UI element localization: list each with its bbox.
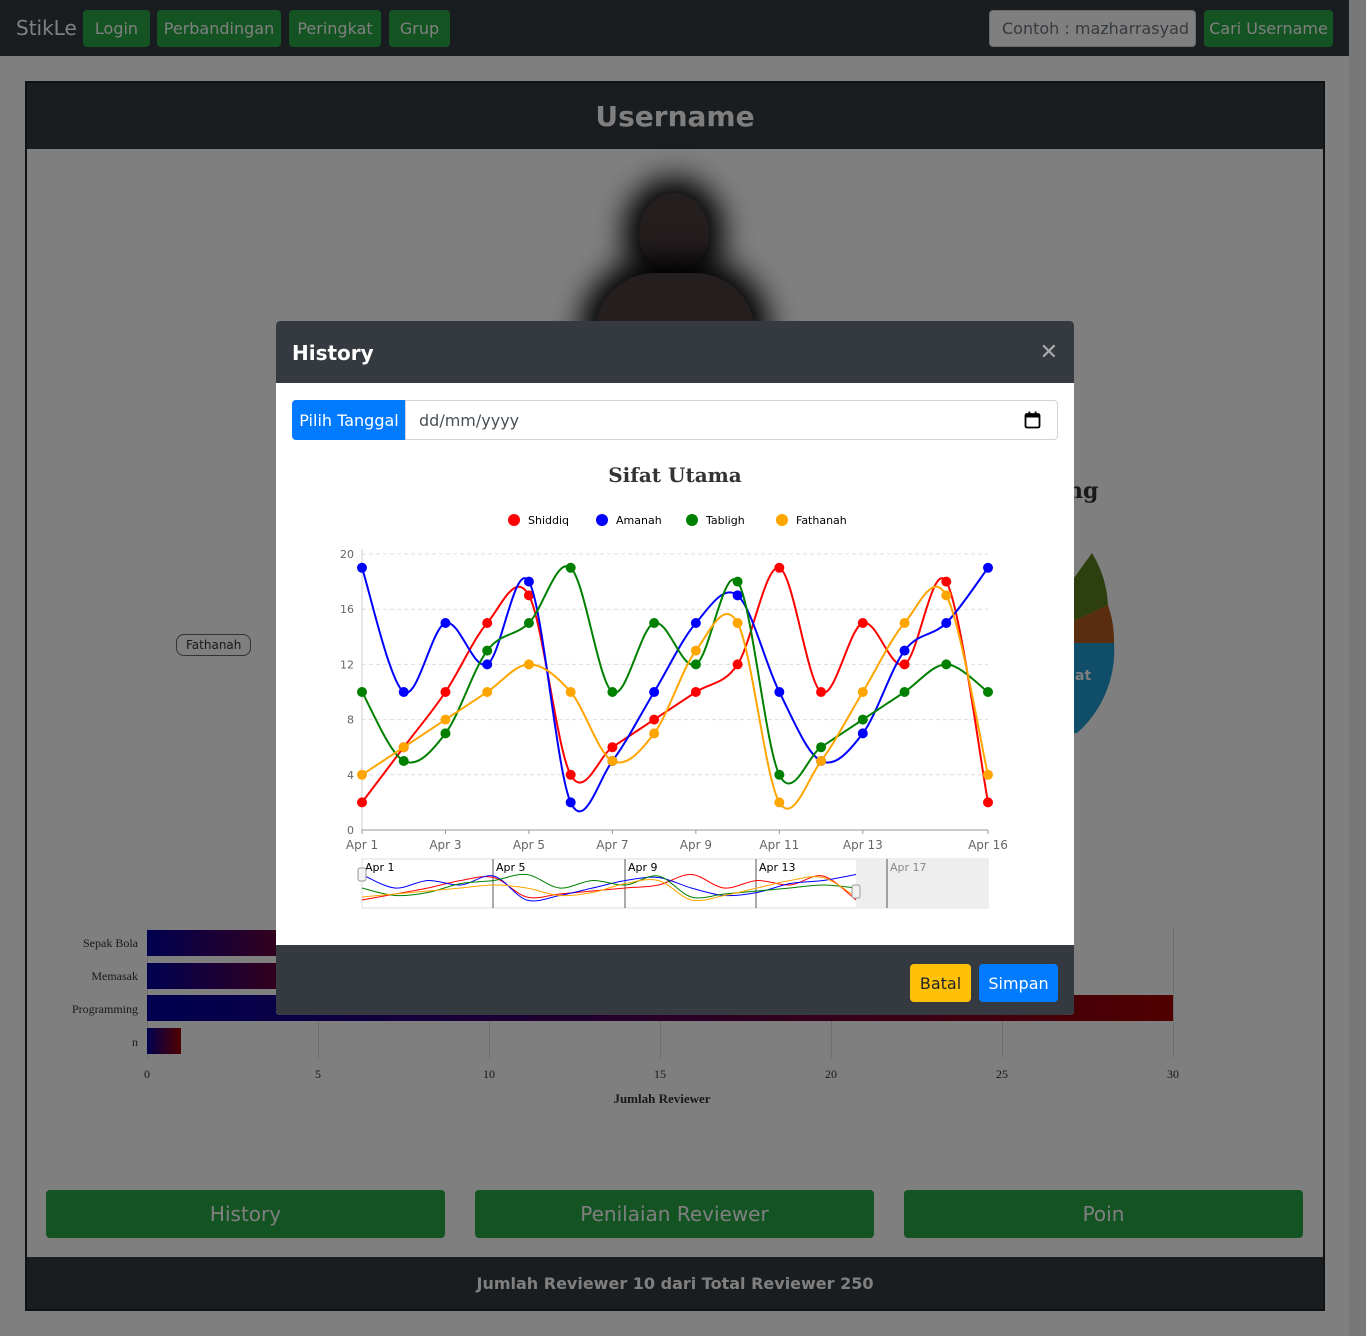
navigator-handle-left [357,867,367,882]
data-point [732,576,743,587]
legend-label: Tabligh [705,514,745,527]
data-point [983,687,993,697]
data-point [565,769,576,780]
data-point [607,687,618,697]
modal-body: Pilih Tanggal dd/mm/yyyy Sifat Utama Shid… [276,383,1074,945]
y-tick-label: 0 [347,824,354,837]
sifat-utama-chart: Sifat Utama Shiddiq Amanah Tabligh Fathanah 0… [340,463,1008,909]
data-point [941,576,952,587]
navigator-label: Apr 9 [628,861,658,874]
data-point [649,714,660,725]
data-point [482,618,493,628]
history-modal: History ✕ Pilih Tanggal dd/mm/yyyy Sifat… [276,321,1074,1015]
data-point [523,576,534,587]
data-point [857,687,868,697]
data-point [565,797,576,808]
data-point [649,728,660,739]
data-point [774,797,785,808]
data-point [357,797,367,808]
x-tick-label: Apr 11 [759,838,799,852]
data-point [941,618,952,628]
x-tick-label: Apr 1 [346,838,378,852]
x-tick-label: Apr 7 [596,838,628,852]
legend-marker [686,514,698,526]
data-point [565,687,576,697]
data-point [357,687,367,697]
x-tick-label: Apr 16 [968,838,1008,852]
legend-marker [508,514,520,526]
data-point [440,728,451,739]
data-point [899,687,910,697]
data-point [482,687,493,697]
data-point [649,618,660,628]
navigator-handle-right [851,884,861,899]
data-point [941,659,952,670]
data-point [649,687,660,697]
data-point [607,756,618,766]
data-point [816,687,827,697]
data-point [899,618,910,628]
x-tick-label: Apr 9 [680,838,712,852]
y-tick-label: 16 [340,603,354,616]
modal-header: History ✕ [276,321,1074,383]
x-tick-label: Apr 3 [429,838,461,852]
y-tick-label: 8 [347,714,354,727]
data-point [816,756,827,766]
data-point [690,687,701,697]
y-tick-label: 20 [340,548,354,561]
data-point [983,797,993,808]
y-tick-label: 12 [340,658,354,671]
data-point [398,756,409,766]
data-point [565,562,576,573]
data-point [440,618,451,628]
data-point [482,645,493,656]
chart-title: Sifat Utama [608,463,742,487]
navigator-label: Apr 1 [365,861,395,874]
close-icon[interactable]: ✕ [1040,339,1058,365]
data-point [983,562,993,573]
data-point [857,618,868,628]
legend-label: Amanah [616,514,662,527]
x-tick-label: Apr 5 [513,838,545,852]
data-point [857,714,868,725]
data-point [482,659,493,670]
navigator-label: Apr 17 [890,861,927,874]
data-point [690,618,701,628]
modal-title: History [292,341,374,365]
data-point [398,742,409,753]
data-point [774,562,785,573]
data-point [732,659,743,670]
data-point [440,714,451,725]
data-point [357,562,367,573]
legend-label: Fathanah [796,514,847,527]
data-point [440,687,451,697]
data-point [774,769,785,780]
data-point [941,590,952,601]
navigator-label: Apr 13 [759,861,796,874]
data-point [899,659,910,670]
data-point [732,618,743,628]
data-point [816,742,827,753]
navigator-label: Apr 5 [496,861,526,874]
legend-label: Shiddiq [528,514,569,527]
data-point [523,659,534,670]
data-point [607,742,618,753]
data-point [690,659,701,670]
series-line-shiddiq [361,566,989,804]
modal-footer: Batal Simpan [276,945,1074,1015]
x-tick-label: Apr 13 [843,838,883,852]
y-tick-label: 4 [347,769,354,782]
data-point [899,645,910,656]
legend-marker [596,514,608,526]
data-point [398,687,409,697]
data-point [983,769,993,780]
data-point [774,687,785,697]
batal-button[interactable]: Batal [910,964,971,1002]
data-point [690,645,701,656]
data-point [857,728,868,739]
legend-marker [776,514,788,526]
simpan-button[interactable]: Simpan [979,964,1058,1002]
data-point [357,769,367,780]
data-point [523,618,534,628]
